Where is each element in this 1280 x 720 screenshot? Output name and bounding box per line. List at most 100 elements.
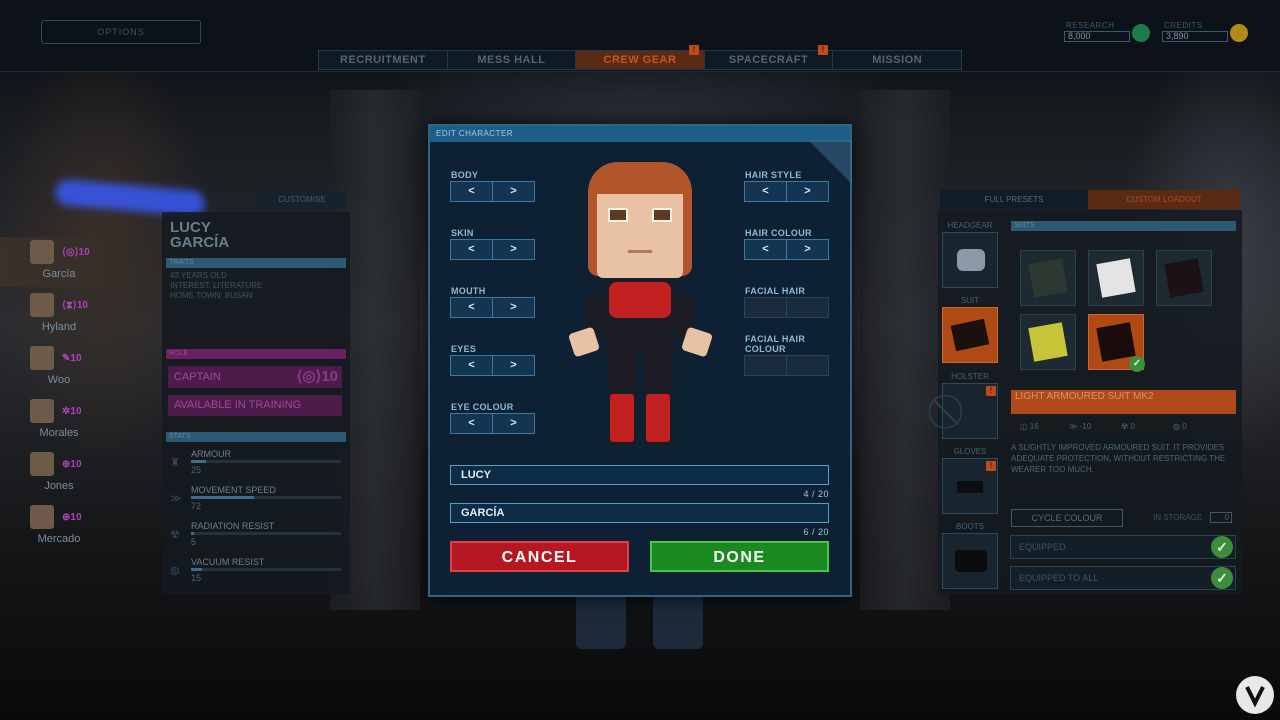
prev-button[interactable]: < (745, 240, 787, 259)
next-button[interactable]: > (787, 240, 828, 259)
slot-label: GLOVES (953, 447, 987, 456)
crew-item-hyland[interactable]: ⟨⧗⟩10 Hyland (0, 290, 160, 340)
skin-selector: < > (450, 239, 535, 260)
credits-value: 3,890 (1162, 31, 1228, 42)
trait-interest: INTEREST: LITERATURE (170, 281, 263, 290)
prev-button (745, 298, 787, 317)
prev-button[interactable]: < (451, 356, 493, 375)
tab-mess-hall[interactable]: MESS HALL (447, 51, 577, 69)
full-presets-tab[interactable]: FULL PRESETS (940, 190, 1088, 209)
headgear-slot[interactable] (942, 232, 998, 288)
crew-item-mercado[interactable]: ⊕10 Mercado (0, 502, 160, 552)
customise-button[interactable]: CUSTOMISE (258, 192, 346, 208)
equip-all-button[interactable]: EQUIPPED TO ALL (1010, 566, 1236, 590)
eye-colour-selector: < > (450, 413, 535, 434)
stat-bar (191, 532, 341, 535)
right-eye (652, 208, 672, 222)
main-tabs: RECRUITMENT MESS HALL CREW GEAR SPACECRA… (318, 50, 962, 70)
edit-character-dialog: EDIT CHARACTER BODY < > SKIN < > MOUTH < > … (428, 124, 852, 597)
body-selector: < > (450, 181, 535, 202)
logo-icon (1245, 686, 1265, 708)
next-button[interactable]: > (493, 240, 534, 259)
rank-badge: ✎10 (62, 353, 82, 364)
last-name-input[interactable]: GARCÍA (450, 503, 829, 523)
helmet-icon (957, 249, 985, 271)
crew-portrait (30, 452, 54, 476)
option-label-skin: SKIN (451, 228, 474, 238)
done-button[interactable]: DONE (650, 541, 829, 572)
crew-name: García (42, 268, 76, 280)
prev-button[interactable]: < (451, 240, 493, 259)
boots-icon (955, 550, 987, 572)
equipped-button[interactable]: EQUIPPED (1010, 535, 1236, 559)
option-label-facial-hair: FACIAL HAIR (745, 286, 806, 296)
crew-item-woo[interactable]: ✎10 Woo (0, 343, 160, 393)
tab-spacecraft[interactable]: SPACECRAFT (704, 51, 834, 69)
alert-icon: ! (818, 45, 828, 55)
crew-item-garcia[interactable]: ⟨◎⟩10 García (0, 237, 160, 287)
suit-item[interactable] (1088, 250, 1144, 306)
prev-button[interactable]: < (451, 414, 493, 433)
facial-hair-selector (744, 297, 829, 318)
next-button[interactable]: > (493, 414, 534, 433)
slot-label: HEADGEAR (947, 221, 993, 230)
rank-badge: ⟨⧗⟩10 (62, 300, 88, 311)
slot-label: SUIT (960, 296, 980, 305)
tab-crew-gear[interactable]: CREW GEAR (576, 51, 705, 69)
suit-icon (1096, 322, 1136, 362)
left-leg-armour (610, 394, 634, 442)
crew-item-morales[interactable]: ✲10 Morales (0, 396, 160, 446)
facial-hair-colour-selector (744, 355, 829, 376)
suit-item[interactable] (1020, 314, 1076, 370)
first-name-input[interactable]: LUCY (450, 465, 829, 485)
custom-loadout-tab[interactable]: CUSTOM LOADOUT (1088, 190, 1240, 209)
option-label-hair-colour: HAIR COLOUR (745, 228, 812, 238)
crew-name: Morales (39, 427, 79, 439)
traits-header: TRAITS (166, 258, 346, 268)
next-button[interactable]: > (493, 298, 534, 317)
prev-button[interactable]: < (745, 182, 787, 201)
left-eye (608, 208, 628, 222)
cancel-button[interactable]: CANCEL (450, 541, 629, 572)
check-icon: ✓ (1211, 567, 1233, 589)
item-description: A SLIGHTLY IMPROVED ARMOURED SUIT. IT PR… (1011, 443, 1226, 474)
credits-icon (1230, 24, 1248, 42)
cycle-colour-button[interactable]: CYCLE COLOUR (1011, 509, 1123, 527)
option-label-body: BODY (451, 170, 479, 180)
slot-label: HOLSTER (951, 372, 989, 381)
suit-slot[interactable] (942, 307, 998, 363)
suit-icon (1028, 258, 1068, 298)
crew-portrait (30, 399, 54, 423)
stat-bar (191, 568, 341, 571)
next-button[interactable]: > (787, 182, 828, 201)
boots-slot[interactable] (942, 533, 998, 589)
tab-mission[interactable]: MISSION (833, 51, 961, 69)
tab-recruitment[interactable]: RECRUITMENT (319, 51, 448, 69)
top-bar: OPTIONS RECRUITMENT MESS HALL CREW GEAR … (0, 0, 1280, 72)
crew-item-jones[interactable]: ⊕10 Jones (0, 449, 160, 499)
stat-value: 72 (191, 501, 202, 511)
character-leg (576, 597, 626, 649)
next-button[interactable]: > (493, 356, 534, 375)
option-label-eyes: EYES (451, 344, 477, 354)
watermark-logo (1236, 676, 1274, 714)
next-button (787, 356, 828, 375)
next-button[interactable]: > (493, 182, 534, 201)
prev-button[interactable]: < (451, 182, 493, 201)
character-preview (567, 154, 718, 454)
armour-icon: ♜ (170, 457, 180, 469)
stat-fill (191, 532, 194, 535)
trait-age: 43 YEARS OLD (170, 271, 227, 280)
vacuum-icon: ◍ (170, 565, 180, 577)
stat-fill (191, 460, 206, 463)
slot-label: BOOTS (955, 522, 984, 531)
options-button[interactable]: OPTIONS (41, 20, 201, 44)
stat-vacuum-value: ◍ 0 (1173, 422, 1187, 431)
suit-item[interactable] (1156, 250, 1212, 306)
right-leg-armour (646, 394, 670, 442)
suit-item[interactable] (1020, 250, 1076, 306)
prev-button[interactable]: < (451, 298, 493, 317)
stat-value: 15 (191, 573, 202, 583)
selected-item-name: LIGHT ARMOURED SUIT MK2 (1011, 390, 1236, 414)
stats-header: STATS (166, 432, 346, 442)
